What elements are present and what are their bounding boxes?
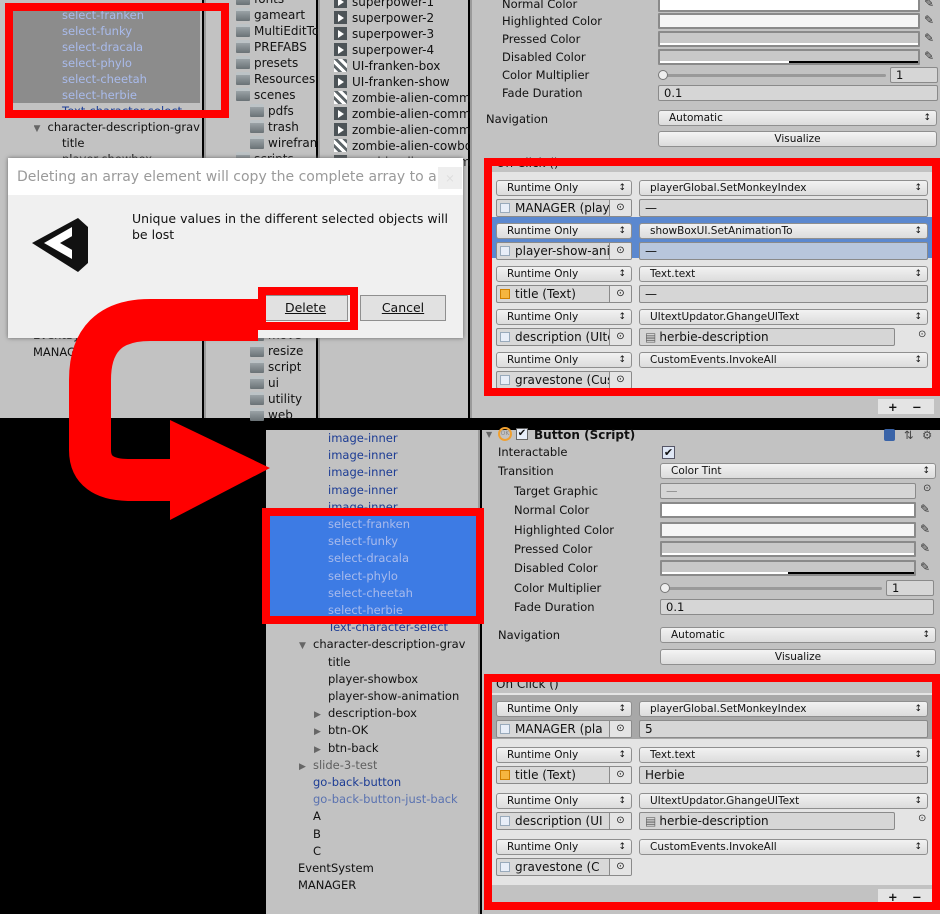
- red-arrow-annotation: [69, 299, 270, 520]
